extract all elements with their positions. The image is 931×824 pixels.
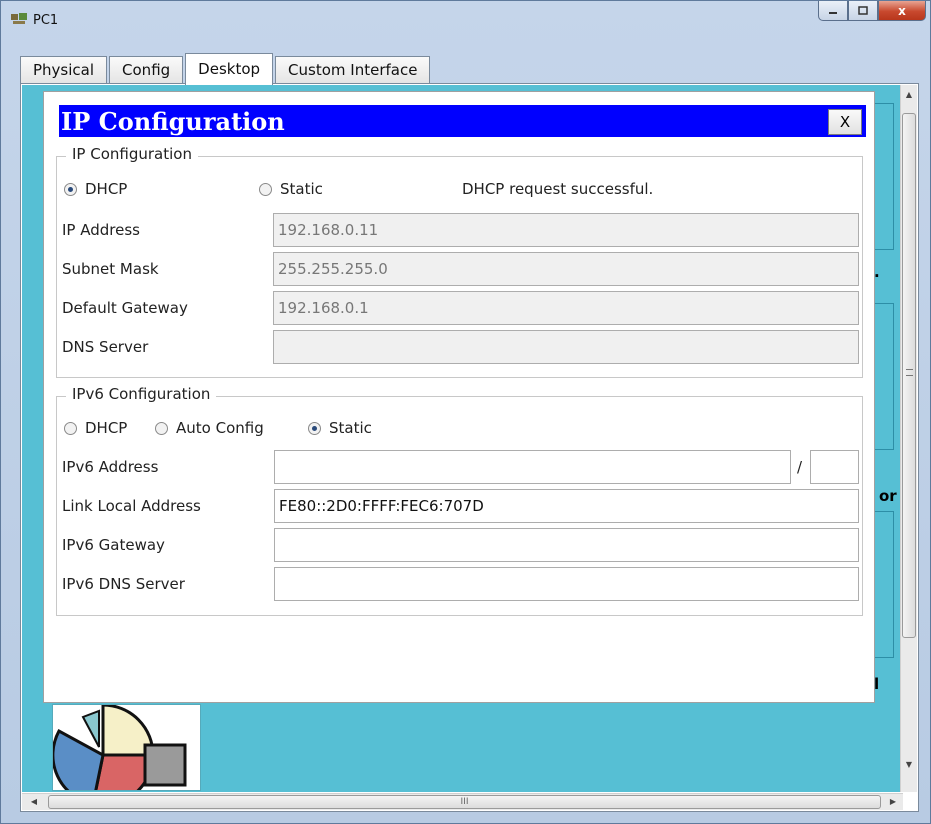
vertical-scrollbar[interactable]: ▲ ▼ [900,85,917,792]
subnet-mask-field[interactable]: 255.255.255.0 [273,252,859,286]
pie-chart-icon [53,705,187,790]
ipv4-static-label: Static [280,180,323,198]
default-gateway-field[interactable]: 192.168.0.1 [273,291,859,325]
close-window-button[interactable]: x [878,1,926,21]
window-title: PC1 [33,13,59,28]
dialog-close-button[interactable]: X [828,109,862,135]
minimize-button[interactable] [818,1,848,21]
tab-custom-interface[interactable]: Custom Interface [275,56,431,84]
tab-config[interactable]: Config [109,56,184,84]
ipv4-dhcp-radio[interactable]: DHCP [64,180,127,198]
radio-unselected-icon [155,421,168,435]
dns-server-field[interactable] [273,330,859,364]
ipv6-auto-config-label: Auto Config [176,419,264,437]
ip-address-label: IP Address [62,221,140,239]
ipv6-gateway-field[interactable] [274,528,859,562]
ip-configuration-dialog: IP Configuration X IP Configuration DHCP… [43,91,875,703]
horizontal-scrollbar[interactable]: ◀ III ▶ [22,793,903,810]
ipv6-prefix-length-field[interactable] [810,450,859,484]
dhcp-status-text: DHCP request successful. [462,180,654,198]
prefix-separator: / [797,458,803,476]
title-bar[interactable]: PC1 x [1,1,930,37]
ipv4-static-radio[interactable]: Static [259,180,323,198]
ipv6-group-legend: IPv6 Configuration [66,385,217,403]
minimize-icon [829,11,837,14]
scroll-down-icon[interactable]: ▼ [901,757,917,773]
ipv6-address-field[interactable] [274,450,791,484]
ipv4-dhcp-label: DHCP [85,180,128,198]
ipv6-gateway-label: IPv6 Gateway [62,536,165,554]
desktop-label-fragment: or [879,487,897,505]
vertical-scroll-thumb[interactable] [902,113,916,638]
maximize-button[interactable] [848,1,878,21]
radio-unselected-icon [259,182,272,196]
desktop-pie-app-icon[interactable] [52,704,201,791]
app-window: PC1 x Physical Config Desktop Custom Int… [0,0,931,824]
ipv6-static-label: Static [329,419,372,437]
tab-physical[interactable]: Physical [20,56,108,84]
ipv6-static-radio[interactable]: Static [308,419,372,437]
link-local-address-field[interactable]: FE80::2D0:FFFF:FEC6:707D [274,489,859,523]
ipv6-address-label: IPv6 Address [62,458,159,476]
ipv6-dhcp-label: DHCP [85,419,128,437]
default-gateway-label: Default Gateway [62,299,188,317]
tab-bar: Physical Config Desktop Custom Interface [20,53,432,85]
close-icon: x [898,3,906,18]
pc-icon [11,13,27,24]
tab-desktop[interactable]: Desktop [185,53,274,85]
dialog-title-bar: IP Configuration X [59,105,866,137]
ipv6-dhcp-radio[interactable]: DHCP [64,419,127,437]
horizontal-scroll-thumb[interactable]: III [48,795,881,809]
radio-selected-icon [308,421,321,435]
subnet-mask-label: Subnet Mask [62,260,159,278]
link-local-address-label: Link Local Address [62,497,201,515]
scroll-grip-icon [906,369,913,376]
dialog-title: IP Configuration [61,107,285,136]
scroll-up-icon[interactable]: ▲ [901,87,917,103]
ipv6-dns-server-label: IPv6 DNS Server [62,575,185,593]
ipv6-auto-config-radio[interactable]: Auto Config [155,419,264,437]
scroll-left-icon[interactable]: ◀ [26,794,42,810]
dns-server-label: DNS Server [62,338,149,356]
ipv4-group-legend: IP Configuration [66,145,198,163]
scroll-right-icon[interactable]: ▶ [885,794,901,810]
ip-address-field[interactable]: 192.168.0.11 [273,213,859,247]
ipv6-dns-server-field[interactable] [274,567,859,601]
maximize-icon [858,6,868,15]
radio-unselected-icon [64,421,77,435]
radio-selected-icon [64,182,77,196]
